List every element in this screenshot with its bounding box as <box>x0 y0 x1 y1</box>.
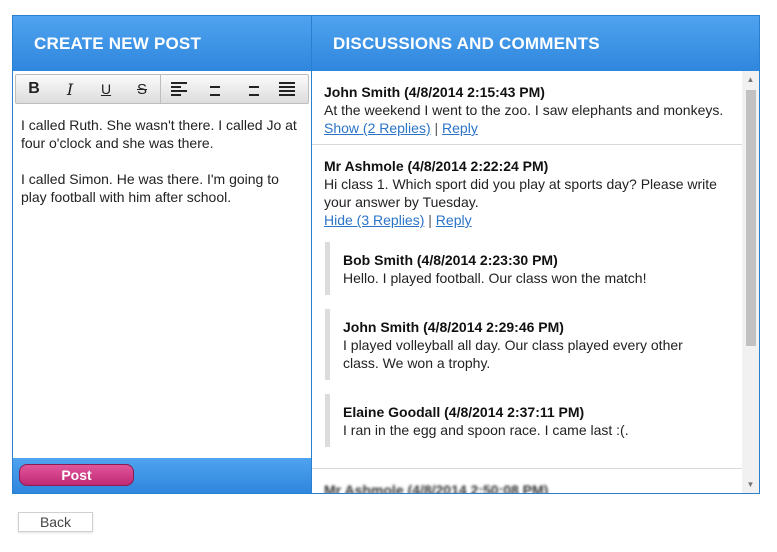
comment-text: Hi class 1. Which sport did you play at … <box>324 176 717 210</box>
comment-actions: Hide (3 Replies) | Reply <box>324 211 730 229</box>
link-separator: | <box>434 120 439 136</box>
editor-paragraph: I called Simon. He was there. I'm going … <box>21 171 279 205</box>
comment-item: Mr Ashmole (4/8/2014 2:50:08 PM) <box>312 469 742 493</box>
justify-icon <box>279 82 295 96</box>
underline-button[interactable]: U <box>88 75 124 103</box>
post-editor[interactable]: I called Ruth. She wasn't there. I calle… <box>21 116 307 456</box>
show-replies-link[interactable]: Show (2 Replies) <box>324 120 431 136</box>
post-footer: Post <box>13 458 311 493</box>
discussions-title: DISCUSSIONS AND COMMENTS <box>312 16 759 71</box>
reply-item: Bob Smith (4/8/2014 2:23:30 PM) Hello. I… <box>325 242 730 295</box>
editor-paragraph: I called Ruth. She wasn't there. I calle… <box>21 117 297 151</box>
justify-button[interactable] <box>269 75 305 103</box>
comment-actions: Show (2 Replies) | Reply <box>324 119 730 137</box>
reply-author: Elaine Goodall (4/8/2014 2:37:11 PM) <box>343 404 585 420</box>
comment-author: Mr Ashmole (4/8/2014 2:22:24 PM) <box>324 158 549 174</box>
reply-item: Elaine Goodall (4/8/2014 2:37:11 PM) I r… <box>325 394 730 447</box>
align-center-button[interactable] <box>197 75 233 103</box>
reply-author: Bob Smith (4/8/2014 2:23:30 PM) <box>343 252 558 268</box>
italic-button[interactable]: I <box>52 75 88 103</box>
reply-text: Hello. I played football. Our class won … <box>343 270 647 286</box>
align-left-icon <box>171 82 187 96</box>
reply-text: I ran in the egg and spoon race. I came … <box>343 422 629 438</box>
format-group: B I U S <box>16 75 161 103</box>
discussions-panel: DISCUSSIONS AND COMMENTS John Smith (4/8… <box>312 16 759 493</box>
create-post-panel: CREATE NEW POST B I U S I called Ruth. S… <box>13 16 312 493</box>
reply-text: I played volleyball all day. Our class p… <box>343 337 683 371</box>
editor-toolbar: B I U S <box>15 74 309 104</box>
create-post-title: CREATE NEW POST <box>13 16 311 71</box>
scrollbar-thumb[interactable] <box>746 90 756 346</box>
align-right-icon <box>243 82 259 96</box>
reply-link[interactable]: Reply <box>436 212 472 228</box>
align-center-icon <box>207 82 223 96</box>
comments-list: John Smith (4/8/2014 2:15:43 PM) At the … <box>312 71 742 493</box>
reply-author: John Smith (4/8/2014 2:29:46 PM) <box>343 319 564 335</box>
hide-replies-link[interactable]: Hide (3 Replies) <box>324 212 424 228</box>
align-left-button[interactable] <box>161 75 197 103</box>
comment-author: John Smith (4/8/2014 2:15:43 PM) <box>324 84 545 100</box>
comment-text: At the weekend I went to the zoo. I saw … <box>324 102 724 118</box>
reply-item: John Smith (4/8/2014 2:29:46 PM) I playe… <box>325 309 730 380</box>
link-separator: | <box>428 212 432 228</box>
scroll-down-icon[interactable]: ▼ <box>742 476 759 493</box>
post-button[interactable]: Post <box>19 464 134 486</box>
comment-item: Mr Ashmole (4/8/2014 2:22:24 PM) Hi clas… <box>312 145 742 469</box>
back-button[interactable]: Back <box>18 512 93 532</box>
bold-button[interactable]: B <box>16 75 52 103</box>
comment-item: John Smith (4/8/2014 2:15:43 PM) At the … <box>312 71 742 145</box>
align-right-button[interactable] <box>233 75 269 103</box>
strikethrough-button[interactable]: S <box>124 75 160 103</box>
comments-scrollbar[interactable]: ▲ ▼ <box>742 71 759 493</box>
scroll-up-icon[interactable]: ▲ <box>742 71 759 88</box>
comment-author: Mr Ashmole (4/8/2014 2:50:08 PM) <box>324 482 549 493</box>
main-frame: CREATE NEW POST B I U S I called Ruth. S… <box>12 15 760 494</box>
reply-link[interactable]: Reply <box>442 120 478 136</box>
replies-list: Bob Smith (4/8/2014 2:23:30 PM) Hello. I… <box>324 242 730 447</box>
align-group <box>161 75 305 103</box>
